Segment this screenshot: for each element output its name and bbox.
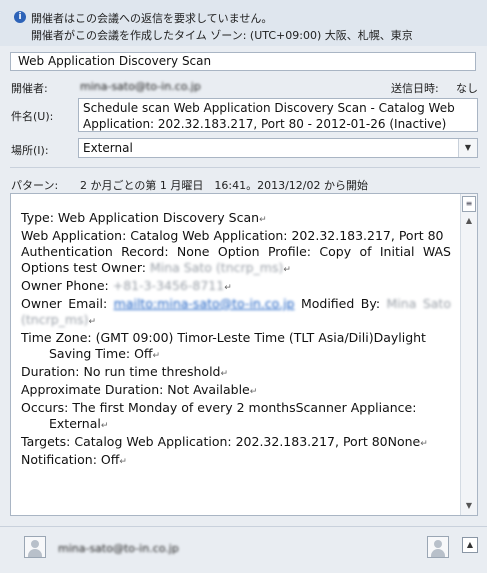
vertical-scrollbar[interactable]: ≡ ▲ ▼ xyxy=(460,194,477,515)
pattern-value: 2 か月ごとの第 1 月曜日 16:41。2013/12/02 から開始 xyxy=(80,179,368,192)
body-line: Time Zone: (GMT 09:00) Timor-Leste Time … xyxy=(21,330,426,345)
meeting-body[interactable]: Type: Web Application Discovery Scan↵ We… xyxy=(10,193,478,516)
info-icon: i xyxy=(14,11,26,23)
subject-field[interactable]: Schedule scan Web Application Discovery … xyxy=(78,98,478,132)
body-line: Owner Email: mailto:mina-sato@to-in.co.j… xyxy=(21,296,451,327)
organizer-label: 開催者: xyxy=(11,82,48,95)
divider xyxy=(10,167,480,168)
owner-phone: +81-3-3456-8711 xyxy=(112,278,225,293)
location-label: 場所(I): xyxy=(11,144,49,157)
chevron-down-icon[interactable]: ▼ xyxy=(458,139,477,157)
location-value: External xyxy=(83,141,133,155)
info-line-timezone: 開催者がこの会議を作成したタイム ゾーン: (UTC+09:00) 大阪、札幌、… xyxy=(31,29,413,42)
sent-label: 送信日時: xyxy=(391,82,439,95)
chevron-down-icon[interactable]: ▼ xyxy=(462,499,476,513)
body-line: Owner Phone: +81-3-3456-8711↵ xyxy=(21,278,232,293)
subject-label: 件名(U): xyxy=(11,110,54,123)
location-field[interactable]: External ▼ xyxy=(78,138,478,158)
person-icon[interactable] xyxy=(24,536,46,558)
people-pane: mina-sato@to-in.co.jp xyxy=(0,526,487,573)
info-line-response: 開催者はこの会議への返信を要求していません。 xyxy=(31,12,273,25)
body-line: Saving Time: Off↵ xyxy=(49,346,161,361)
info-bar: i 開催者はこの会議への返信を要求していません。 開催者がこの会議を作成したタイ… xyxy=(0,0,487,46)
attachment-icon[interactable]: ≡ xyxy=(462,196,476,212)
body-line: Type: Web Application Discovery Scan↵ xyxy=(21,210,267,225)
owner-name: Mina Sato (tncrp_ms) xyxy=(149,260,284,275)
body-line: Notification: Off↵ xyxy=(21,452,127,467)
body-line: Occurs: The first Monday of every 2 mont… xyxy=(21,400,417,415)
pattern-label: パターン: xyxy=(11,179,59,192)
sent-value: なし xyxy=(456,82,478,95)
body-line: External↵ xyxy=(49,416,109,431)
organizer-value[interactable]: mina-sato@to-in.co.jp xyxy=(80,80,201,93)
chevron-up-icon[interactable]: ▲ xyxy=(462,537,478,553)
meeting-window: i 開催者はこの会議への返信を要求していません。 開催者がこの会議を作成したタイ… xyxy=(0,0,487,573)
body-line: Authentication Record: None Option Profi… xyxy=(21,244,451,275)
body-line: Targets: Catalog Web Application: 202.32… xyxy=(21,434,428,449)
body-line: Duration: No run time threshold↵ xyxy=(21,364,229,379)
person-icon[interactable] xyxy=(427,536,449,558)
people-pane-name[interactable]: mina-sato@to-in.co.jp xyxy=(58,542,179,555)
owner-email-link[interactable]: mailto:mina-sato@to-in.co.jp xyxy=(114,296,295,311)
subject-banner: Web Application Discovery Scan xyxy=(10,52,476,71)
body-line: Web Application: Catalog Web Application… xyxy=(21,228,444,243)
chevron-up-icon[interactable]: ▲ xyxy=(462,214,476,228)
body-text[interactable]: Type: Web Application Discovery Scan↵ We… xyxy=(21,210,451,470)
body-line: Approximate Duration: Not Available↵ xyxy=(21,382,258,397)
